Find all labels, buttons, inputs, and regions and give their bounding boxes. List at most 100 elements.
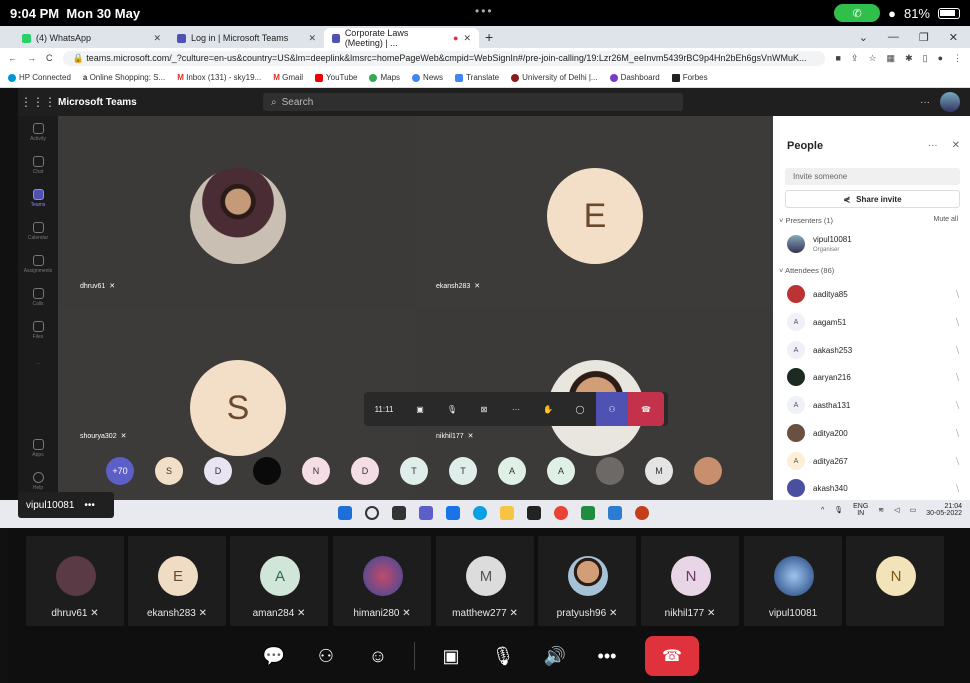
menu-icon[interactable]: ⋮ bbox=[953, 53, 962, 64]
puzzle-icon[interactable]: ✱ bbox=[905, 53, 913, 64]
restore-button[interactable]: ❐ bbox=[919, 31, 929, 44]
profile-icon[interactable]: ● bbox=[938, 53, 943, 63]
more-options-icon[interactable]: ··· bbox=[928, 140, 938, 151]
bookmark-youtube[interactable]: YouTube bbox=[315, 73, 357, 82]
teams-chat-icon[interactable] bbox=[419, 506, 433, 520]
participant-tile[interactable]: dhruv61 ✕ bbox=[26, 536, 124, 626]
people-button[interactable]: ⚇ bbox=[596, 392, 628, 426]
edge-icon[interactable] bbox=[473, 506, 487, 520]
strip-avatar[interactable]: D bbox=[351, 457, 379, 485]
sidebar-icon[interactable]: ▯ bbox=[923, 53, 928, 64]
bookmark-hp[interactable]: HP Connected bbox=[8, 73, 71, 82]
participant-tile[interactable]: himani280 ✕ bbox=[333, 536, 431, 626]
participant-tile[interactable]: vipul10081 bbox=[744, 536, 842, 626]
chat-button[interactable]: 💬 bbox=[248, 646, 300, 667]
rail-more[interactable]: ··· bbox=[18, 347, 58, 380]
strip-avatar[interactable]: T bbox=[449, 457, 477, 485]
windows-start-icon[interactable] bbox=[338, 506, 352, 520]
close-icon[interactable]: ✕ bbox=[153, 33, 161, 44]
more-actions-button[interactable]: ··· bbox=[500, 392, 532, 426]
rail-assignments[interactable]: Assignments bbox=[18, 248, 58, 281]
end-call-button[interactable]: ☎ bbox=[645, 636, 699, 676]
tab-teams-login[interactable]: Log in | Microsoft Teams ✕ bbox=[169, 28, 324, 48]
tab-corporate-laws[interactable]: Corporate Laws (Meeting) | ... ● ✕ bbox=[324, 28, 479, 48]
close-icon[interactable]: ✕ bbox=[952, 140, 960, 151]
mic-off-icon[interactable]: ⧹ bbox=[956, 428, 959, 439]
url-field[interactable]: 🔒 teams.microsoft.com/_?culture=en-us&co… bbox=[62, 50, 826, 66]
list-item[interactable]: aaryan216 ⧹ bbox=[787, 367, 959, 387]
more-options-button[interactable]: ••• bbox=[581, 646, 633, 667]
bookmark-amazon[interactable]: a Online Shopping: S... bbox=[83, 73, 165, 82]
video-tile[interactable]: E ekansh283 ✕ bbox=[416, 116, 773, 308]
rail-calendar[interactable]: Calendar bbox=[18, 215, 58, 248]
more-participants-button[interactable]: +70 bbox=[106, 457, 134, 485]
strip-avatar[interactable]: N bbox=[302, 457, 330, 485]
dropbox-icon[interactable] bbox=[527, 506, 541, 520]
clock[interactable]: 21:04 30-05-2022 bbox=[926, 503, 962, 517]
participant-tile[interactable]: Mmatthew277 ✕ bbox=[436, 536, 534, 626]
rail-calls[interactable]: Calls bbox=[18, 281, 58, 314]
strip-avatar[interactable]: M bbox=[645, 457, 673, 485]
participant-tile[interactable]: Nnikhil177 ✕ bbox=[641, 536, 739, 626]
back-icon[interactable]: ← bbox=[8, 53, 17, 63]
camera-icon[interactable]: ■ bbox=[835, 53, 840, 63]
bookmark-forbes[interactable]: Forbes bbox=[671, 73, 708, 82]
participant-tile[interactable]: N bbox=[846, 536, 944, 626]
mic-icon[interactable]: 🎙 bbox=[834, 506, 843, 514]
bookmark-gmail[interactable]: M Gmail bbox=[273, 73, 303, 82]
strip-avatar[interactable] bbox=[253, 457, 281, 485]
star-icon[interactable]: ☆ bbox=[868, 53, 876, 64]
reload-icon[interactable]: C bbox=[46, 53, 53, 63]
chrome-icon[interactable] bbox=[554, 506, 568, 520]
excel-icon[interactable] bbox=[581, 506, 595, 520]
forward-icon[interactable]: → bbox=[27, 53, 36, 63]
leave-call-button[interactable]: ☎ bbox=[628, 392, 664, 426]
close-icon[interactable]: ✕ bbox=[308, 33, 316, 44]
more-options-icon[interactable]: ··· bbox=[920, 97, 930, 108]
participant-tile[interactable]: Eekansh283 ✕ bbox=[128, 536, 226, 626]
list-item[interactable]: akash340 ⧹ bbox=[787, 478, 959, 498]
list-item[interactable]: Aaakash253 ⧹ bbox=[787, 340, 959, 360]
app-launcher-icon[interactable]: ⋮⋮⋮ bbox=[18, 95, 58, 109]
chevron-down-icon[interactable]: ⌄ bbox=[859, 31, 868, 44]
list-item[interactable]: Aaagam51 ⧹ bbox=[787, 312, 959, 332]
strip-avatar[interactable] bbox=[596, 457, 624, 485]
tab-whatsapp[interactable]: (4) WhatsApp ✕ bbox=[14, 28, 169, 48]
bookmark-maps[interactable]: Maps bbox=[369, 73, 400, 82]
strip-avatar[interactable]: T bbox=[400, 457, 428, 485]
file-explorer-icon[interactable] bbox=[500, 506, 514, 520]
mic-off-icon[interactable]: ⧹ bbox=[956, 345, 959, 356]
strip-avatar[interactable]: A bbox=[498, 457, 526, 485]
share-screen-button[interactable]: ⊠ bbox=[468, 392, 500, 426]
video-tile[interactable]: dhruv61 ✕ bbox=[58, 116, 415, 308]
strip-avatar[interactable]: A bbox=[547, 457, 575, 485]
close-window-button[interactable]: ✕ bbox=[949, 31, 958, 44]
mail-icon[interactable] bbox=[446, 506, 460, 520]
strip-avatar[interactable]: D bbox=[204, 457, 232, 485]
close-icon[interactable]: ✕ bbox=[463, 33, 471, 44]
participant-tile[interactable]: Aaman284 ✕ bbox=[230, 536, 328, 626]
mic-off-icon[interactable]: ⧹ bbox=[956, 483, 959, 494]
minimize-button[interactable]: — bbox=[888, 31, 899, 44]
presenters-header[interactable]: ˅ Presenters (1) bbox=[779, 216, 833, 225]
chevron-up-icon[interactable]: ^ bbox=[821, 507, 824, 514]
reactions-button[interactable]: ☺ bbox=[352, 646, 404, 667]
rail-files[interactable]: Files bbox=[18, 314, 58, 347]
mic-off-button[interactable]: 🎙 bbox=[477, 646, 529, 667]
word-icon[interactable] bbox=[608, 506, 622, 520]
rail-activity[interactable]: Activity bbox=[18, 116, 58, 149]
search-icon[interactable] bbox=[365, 506, 379, 520]
chat-button[interactable]: ◯ bbox=[564, 392, 596, 426]
wifi-icon[interactable]: ≋ bbox=[878, 506, 884, 514]
participants-button[interactable]: ⚇ bbox=[300, 646, 352, 667]
mic-off-icon[interactable]: ⧹ bbox=[956, 317, 959, 328]
call-indicator-icon[interactable]: ✆ bbox=[834, 4, 881, 22]
mute-all-button[interactable]: Mute all bbox=[933, 216, 958, 223]
bookmark-dashboard[interactable]: Dashboard bbox=[609, 73, 660, 82]
search-input[interactable]: ⌕ Search bbox=[263, 93, 683, 111]
attendees-header[interactable]: ˅ Attendees (86) bbox=[779, 266, 834, 275]
mic-off-icon[interactable]: ⧹ bbox=[956, 289, 959, 300]
list-item[interactable]: Aaditya267 ⧹ bbox=[787, 451, 959, 471]
camera-off-button[interactable]: ▣ bbox=[425, 646, 477, 667]
mic-button[interactable]: 🎙 bbox=[436, 392, 468, 426]
